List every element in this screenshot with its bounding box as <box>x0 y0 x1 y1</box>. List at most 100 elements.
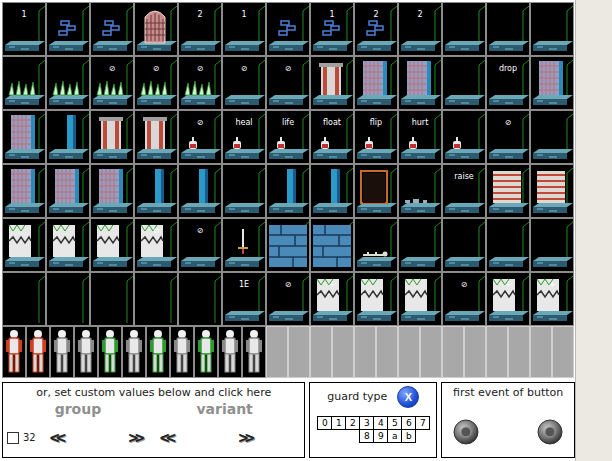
guard-sprite[interactable] <box>74 326 98 378</box>
empty-slot[interactable] <box>508 326 530 378</box>
tile[interactable] <box>266 164 310 218</box>
checkbox[interactable] <box>7 432 19 444</box>
tile[interactable] <box>90 2 134 56</box>
guard-sprite[interactable] <box>242 326 266 378</box>
tile[interactable]: ⊘ <box>90 56 134 110</box>
guard-sprite[interactable] <box>146 326 170 378</box>
tile[interactable] <box>310 218 354 272</box>
tile[interactable] <box>134 272 178 326</box>
tile[interactable] <box>178 272 222 326</box>
empty-slot[interactable] <box>288 326 310 378</box>
tile[interactable] <box>442 56 486 110</box>
guard-type-cell[interactable]: 4 <box>373 416 388 430</box>
empty-slot[interactable] <box>354 326 376 378</box>
knob-icon[interactable] <box>452 418 480 446</box>
guard-sprite[interactable] <box>26 326 50 378</box>
guard-sprite[interactable] <box>50 326 74 378</box>
tile[interactable] <box>2 272 46 326</box>
tile[interactable] <box>134 110 178 164</box>
tile[interactable]: ⊘ <box>178 110 222 164</box>
guard-type-cell[interactable]: 3 <box>359 416 374 430</box>
empty-slot[interactable] <box>420 326 442 378</box>
guard-type-cell[interactable]: 2 <box>345 416 360 430</box>
empty-slot[interactable] <box>530 326 552 378</box>
tile[interactable]: + <box>530 272 574 326</box>
tile[interactable]: hurt <box>398 110 442 164</box>
clear-guard-button[interactable]: X <box>397 386 419 408</box>
tile[interactable] <box>486 2 530 56</box>
tile[interactable] <box>46 2 90 56</box>
tile[interactable] <box>398 56 442 110</box>
tile[interactable] <box>354 164 398 218</box>
tile[interactable] <box>354 56 398 110</box>
empty-slot[interactable] <box>332 326 354 378</box>
tile[interactable]: life <box>266 110 310 164</box>
guard-type-cell[interactable]: b <box>401 429 416 443</box>
tile[interactable] <box>354 272 398 326</box>
tile[interactable] <box>90 164 134 218</box>
guard-sprite[interactable] <box>194 326 218 378</box>
tile[interactable] <box>398 272 442 326</box>
tile[interactable]: ⊘ <box>266 272 310 326</box>
tile[interactable]: 1 <box>2 2 46 56</box>
tile[interactable]: + <box>310 272 354 326</box>
tile[interactable]: 1E <box>222 272 266 326</box>
tile[interactable] <box>310 164 354 218</box>
guard-sprite[interactable] <box>218 326 242 378</box>
tile[interactable] <box>2 110 46 164</box>
tile[interactable] <box>442 110 486 164</box>
guard-sprite[interactable] <box>170 326 194 378</box>
tile[interactable] <box>530 218 574 272</box>
tile[interactable]: 1 <box>222 2 266 56</box>
tile[interactable] <box>90 272 134 326</box>
tile[interactable] <box>266 2 310 56</box>
tile[interactable] <box>222 164 266 218</box>
tile[interactable]: flip <box>354 110 398 164</box>
checkbox-32[interactable]: 32 <box>7 432 36 444</box>
tile[interactable]: float <box>310 110 354 164</box>
tile[interactable]: ⊘ <box>222 56 266 110</box>
guard-type-cell[interactable]: 7 <box>415 416 430 430</box>
variant-next-button[interactable]: >> <box>234 428 255 447</box>
tile[interactable]: ⊘ <box>486 110 530 164</box>
custom-values-title[interactable]: or, set custom values below and click he… <box>36 386 271 400</box>
tile[interactable] <box>90 110 134 164</box>
custom-values-box[interactable]: or, set custom values below and click he… <box>2 382 305 458</box>
tile[interactable]: 2 <box>354 2 398 56</box>
tile[interactable] <box>354 218 398 272</box>
tile[interactable] <box>486 164 530 218</box>
tile[interactable] <box>530 2 574 56</box>
tile[interactable] <box>310 56 354 110</box>
tile[interactable]: drop <box>486 56 530 110</box>
guard-sprite[interactable] <box>122 326 146 378</box>
tile[interactable] <box>2 56 46 110</box>
tile[interactable] <box>2 218 46 272</box>
empty-slot[interactable] <box>376 326 398 378</box>
empty-slot[interactable] <box>442 326 464 378</box>
guard-type-cell[interactable]: 9 <box>373 429 388 443</box>
tile[interactable]: ⊘ <box>134 218 178 272</box>
tile[interactable] <box>46 164 90 218</box>
guard-type-cell[interactable]: a <box>387 429 402 443</box>
guard-type-cell[interactable]: 6 <box>401 416 416 430</box>
tile[interactable] <box>530 110 574 164</box>
tile[interactable] <box>222 218 266 272</box>
empty-slot[interactable] <box>552 326 574 378</box>
tile[interactable]: + <box>486 272 530 326</box>
tile[interactable] <box>442 2 486 56</box>
guard-type-cell[interactable]: 0 <box>317 416 332 430</box>
variant-prev-button[interactable]: << <box>156 428 177 447</box>
tile[interactable]: ⊘ <box>442 272 486 326</box>
empty-slot[interactable] <box>310 326 332 378</box>
guard-type-cell[interactable]: 5 <box>387 416 402 430</box>
tile[interactable] <box>46 56 90 110</box>
tile[interactable]: 1 <box>310 2 354 56</box>
tile[interactable] <box>46 272 90 326</box>
guard-sprite[interactable] <box>2 326 26 378</box>
tile[interactable]: ⊘ <box>178 218 222 272</box>
group-prev-button[interactable]: << <box>46 428 67 447</box>
empty-slot[interactable] <box>464 326 486 378</box>
tile[interactable] <box>398 218 442 272</box>
group-next-button[interactable]: >> <box>124 428 145 447</box>
empty-slot[interactable] <box>486 326 508 378</box>
